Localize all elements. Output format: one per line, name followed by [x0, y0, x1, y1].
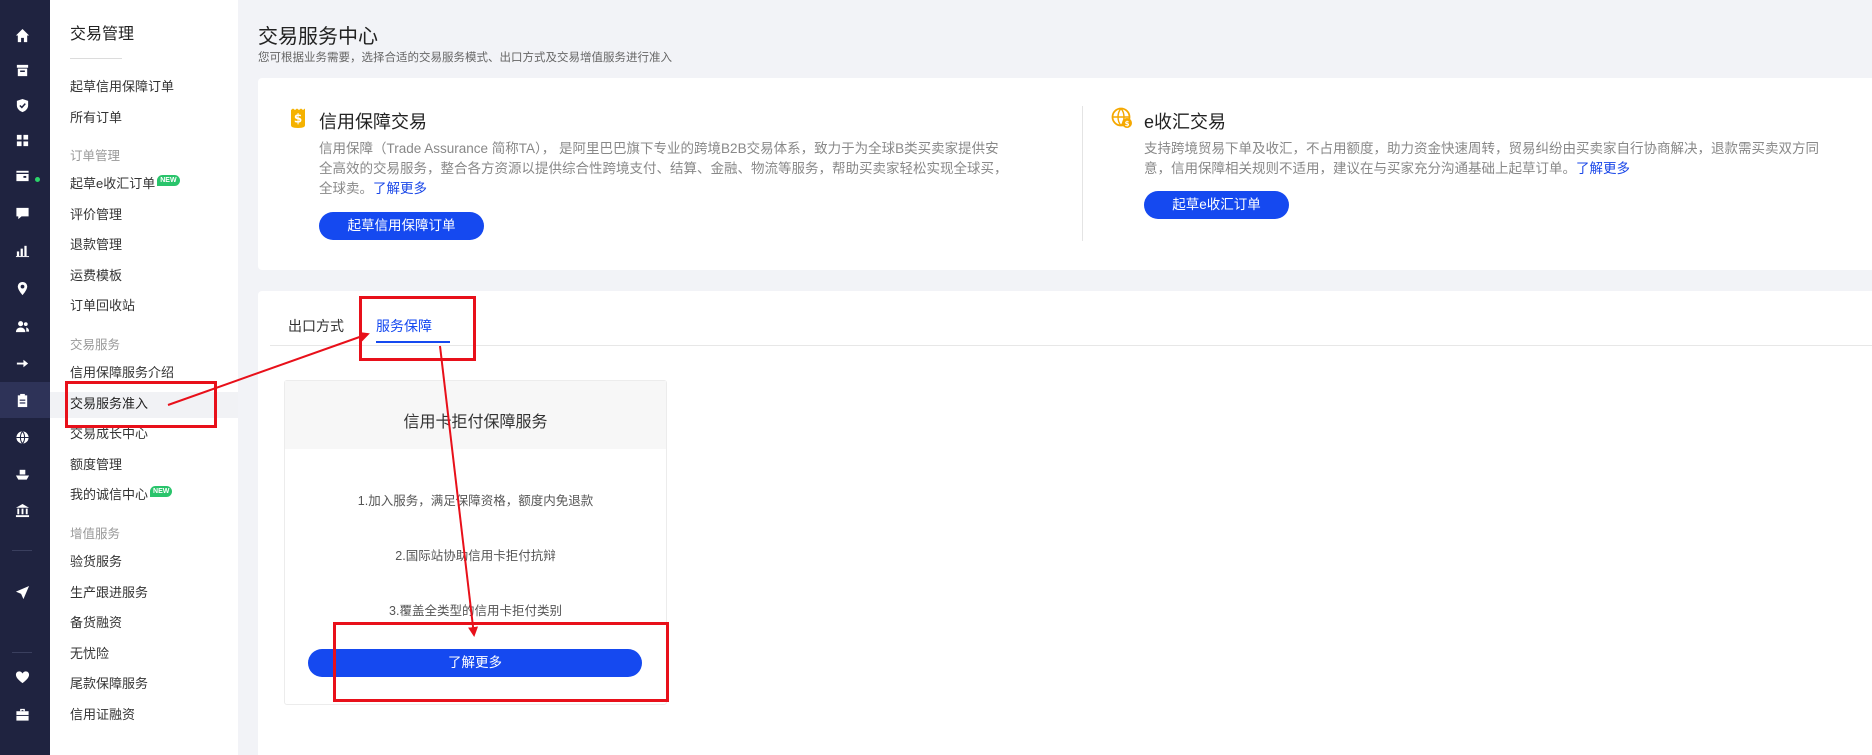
annotation-box-sidebar — [65, 381, 217, 428]
sidebar-item-shipping-template[interactable]: 运费模板 — [70, 267, 122, 285]
sidebar-item-production-tracking[interactable]: 生产跟进服务 — [70, 584, 148, 602]
e-collect-trade-title: e收汇交易 — [1144, 112, 1227, 132]
draft-ta-order-button[interactable]: 起草信用保障订单 — [319, 212, 484, 240]
grid-icon[interactable] — [14, 132, 30, 148]
sidebar-item-lc-financing[interactable]: 信用证融资 — [70, 706, 135, 724]
icon-rail — [0, 0, 50, 755]
sidebar-item-worry-free-insurance[interactable]: 无忧险 — [70, 645, 109, 663]
svg-text:$: $ — [1125, 120, 1130, 128]
home-icon[interactable] — [14, 27, 30, 43]
service-benefit-line: 2.国际站协助信用卡拒付抗辩 — [395, 549, 556, 563]
ta-desc-line: 信用保障（Trade Assurance 简称TA）， 是阿里巴巴旗下专业的跨境… — [319, 141, 999, 156]
ta-trade-description: 信用保障（Trade Assurance 简称TA）， 是阿里巴巴旗下专业的跨境… — [319, 139, 1059, 199]
dollar-badge-icon: $ — [287, 107, 309, 129]
ta-desc-line: 全球卖。 — [319, 181, 373, 196]
sidebar-item-stock-financing[interactable]: 备货融资 — [70, 614, 122, 632]
new-badge: NEW — [157, 175, 180, 186]
rail-divider — [12, 652, 32, 653]
e-collect-desc-line: 支持跨境贸易下单及收汇，不占用额度，助力资金快速周转，贸易纠纷由买卖家自行协商解… — [1144, 141, 1819, 156]
sidebar-title: 交易管理 — [70, 26, 135, 43]
sidebar-item-balance-protection[interactable]: 尾款保障服务 — [70, 675, 148, 693]
sidebar-item-refunds[interactable]: 退款管理 — [70, 236, 122, 254]
service-card-title: 信用卡拒付保障服务 — [403, 414, 548, 431]
sidebar-item-order-recycle-bin[interactable]: 订单回收站 — [70, 297, 135, 315]
bank-icon[interactable] — [14, 502, 30, 518]
chat-icon[interactable] — [14, 205, 30, 221]
ta-desc-line: 全高效的交易服务，整合各方资源以提供综合性跨境支付、结算、金融、物流等服务，帮助… — [319, 161, 1008, 176]
boat-icon[interactable] — [14, 466, 30, 482]
sidebar-item-draft-ta-order[interactable]: 起草信用保障订单 — [70, 78, 174, 96]
sidebar-group-order-management: 订单管理 — [70, 149, 121, 163]
e-collect-trade-description: 支持跨境贸易下单及收汇，不占用额度，助力资金快速周转，贸易纠纷由买卖家自行协商解… — [1144, 139, 1872, 179]
briefcase-icon[interactable] — [14, 706, 30, 722]
sidebar-item-draft-e-collect-order[interactable]: 起草e收汇订单 NEW — [70, 175, 180, 193]
sidebar-item-reviews[interactable]: 评价管理 — [70, 206, 122, 224]
tabs-divider — [270, 345, 1872, 346]
online-dot — [35, 177, 40, 182]
rail-divider — [12, 550, 32, 551]
sidebar-item-quota-management[interactable]: 额度管理 — [70, 456, 122, 474]
sidebar-item-all-orders[interactable]: 所有订单 — [70, 109, 122, 127]
users-icon[interactable] — [14, 318, 30, 334]
sidebar-item-integrity-center[interactable]: 我的诚信中心 NEW — [70, 486, 173, 504]
store-icon[interactable] — [14, 62, 30, 78]
page-subtitle: 您可根据业务需要，选择合适的交易服务模式、出口方式及交易增值服务进行准入 — [258, 52, 672, 64]
chart-icon[interactable] — [14, 242, 30, 258]
tab-export-method[interactable]: 出口方式 — [288, 316, 344, 336]
page-title: 交易服务中心 — [258, 26, 378, 48]
sidebar-item-inspection[interactable]: 验货服务 — [70, 553, 122, 571]
send-icon[interactable] — [14, 584, 30, 600]
sidebar-content: 交易管理 起草信用保障订单 所有订单 订单管理 起草e收汇订单 NEW 评价管理 … — [50, 0, 238, 755]
new-badge: NEW — [150, 486, 173, 497]
card-divider — [1082, 106, 1083, 241]
clipboard-icon[interactable] — [14, 392, 30, 408]
annotation-box-tab — [359, 296, 476, 361]
app-root: 交易管理 起草信用保障订单 所有订单 订单管理 起草e收汇订单 NEW 评价管理 … — [0, 0, 1872, 755]
sidebar-item-ta-intro[interactable]: 信用保障服务介绍 — [70, 364, 174, 382]
draft-e-collect-order-button[interactable]: 起草e收汇订单 — [1144, 191, 1289, 219]
sidebar-group-value-added-services: 增值服务 — [70, 527, 121, 541]
sidebar-group-trade-services: 交易服务 — [70, 338, 121, 352]
service-benefit-line: 1.加入服务，满足保障资格，额度内免退款 — [357, 494, 594, 508]
wallet-icon[interactable] — [14, 167, 30, 183]
e-collect-learn-more-link[interactable]: 了解更多 — [1576, 161, 1630, 176]
ta-trade-title: 信用保障交易 — [319, 112, 427, 132]
globe-coin-icon: $ — [1111, 107, 1133, 129]
service-benefit-line: 3.覆盖全类型的信用卡拒付类别 — [389, 604, 562, 618]
heart-icon[interactable] — [14, 669, 30, 685]
svg-text:$: $ — [294, 112, 302, 126]
globe-icon[interactable] — [14, 429, 30, 445]
shield-icon[interactable] — [14, 97, 30, 113]
location-icon[interactable] — [14, 280, 30, 296]
annotation-box-button — [333, 622, 669, 702]
ta-learn-more-link[interactable]: 了解更多 — [373, 181, 427, 196]
e-collect-desc-line: 意，信用保障相关规则不适用，建议在与买家充分沟通基础上起草订单。 — [1144, 161, 1576, 176]
sidebar-title-divider — [70, 58, 122, 59]
flow-icon[interactable] — [14, 355, 30, 371]
